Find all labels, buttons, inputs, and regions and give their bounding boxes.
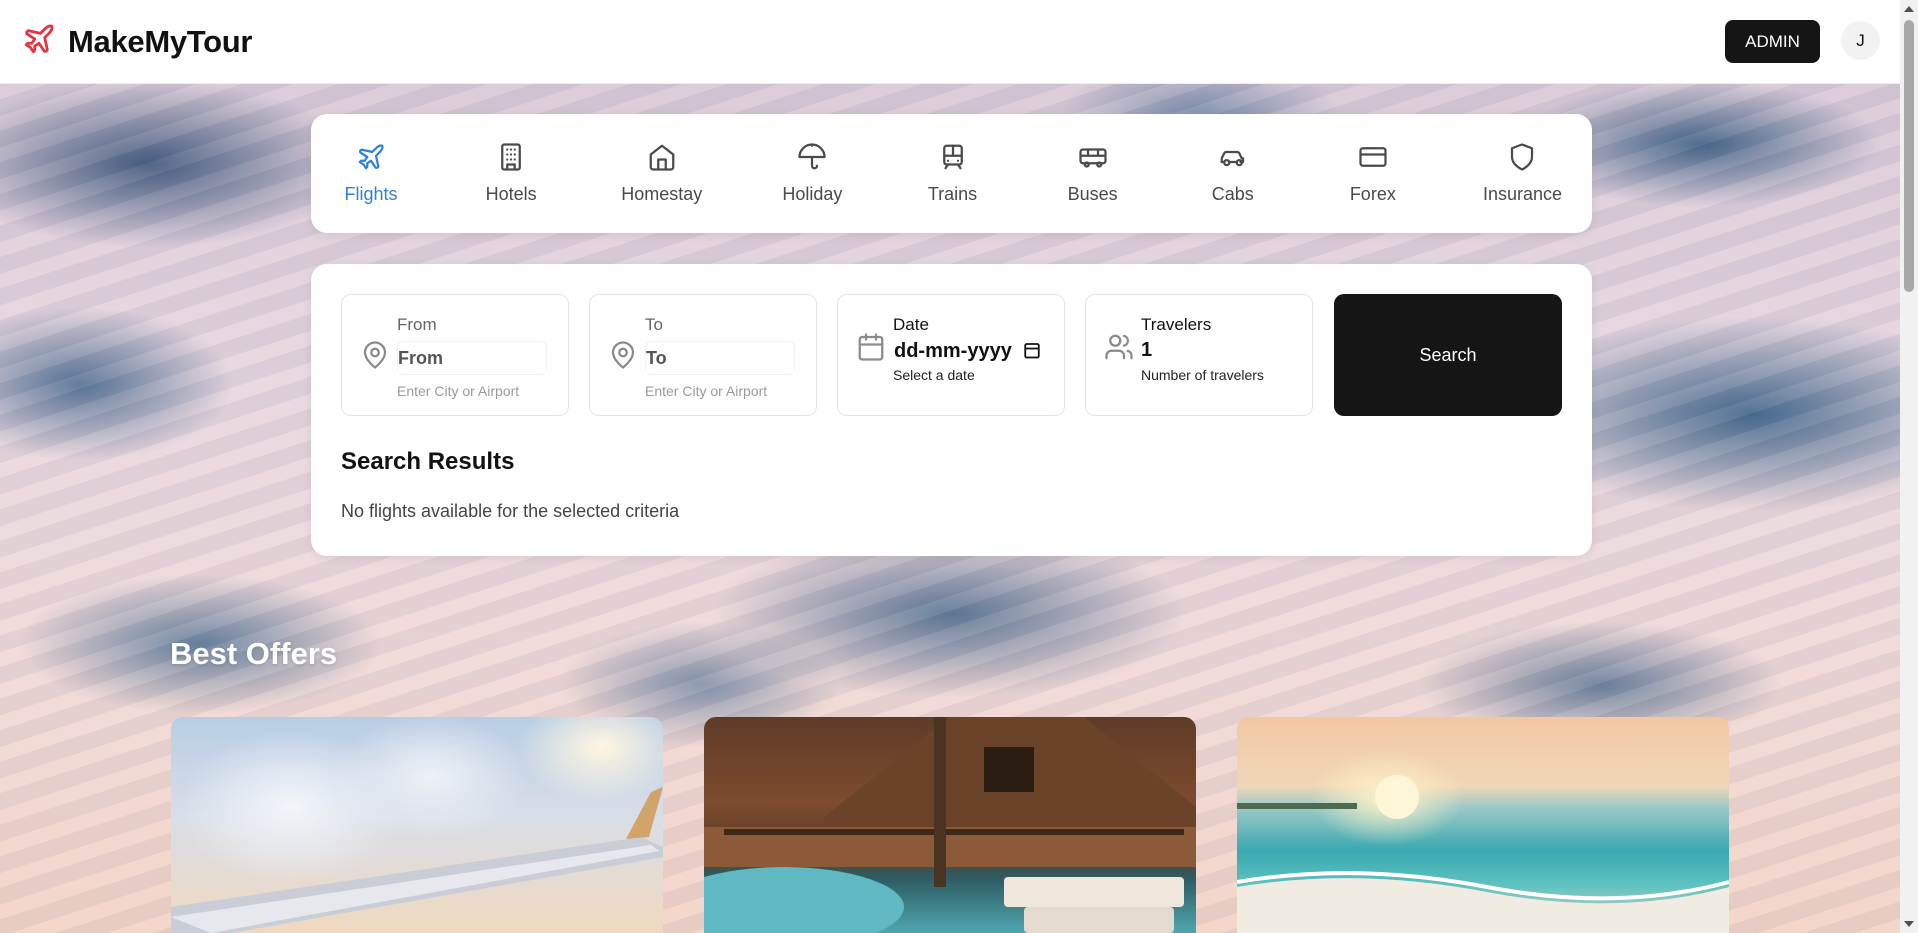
tab-homestay[interactable]: Homestay	[621, 142, 702, 205]
search-panel: From Enter City or Airport To Enter City…	[311, 264, 1592, 556]
bus-icon	[1078, 142, 1108, 177]
train-icon	[938, 142, 968, 177]
offer-card-resort[interactable]	[704, 717, 1196, 933]
resort-pool-image	[704, 717, 1196, 933]
map-pin-icon	[608, 340, 638, 370]
tab-label: Forex	[1349, 184, 1396, 204]
plane-logo-icon	[22, 22, 56, 61]
airplane-wing-image	[171, 787, 663, 933]
tab-hotels[interactable]: Hotels	[481, 142, 541, 205]
tab-trains[interactable]: Trains	[923, 142, 983, 205]
tab-label: Cabs	[1211, 184, 1254, 204]
offer-card-flight[interactable]	[171, 717, 663, 933]
tab-flights[interactable]: Flights	[341, 142, 401, 205]
to-hint: Enter City or Airport	[645, 383, 768, 399]
tab-label: Hotels	[485, 184, 537, 204]
top-navbar: MakeMyTour ADMIN J	[0, 0, 1900, 84]
tab-label: Flights	[344, 184, 398, 204]
travelers-label: Travelers	[1141, 315, 1212, 334]
scroll-up-arrow-icon[interactable]	[1904, 6, 1914, 12]
category-tabs: Flights Hotels Homestay Holiday Trains B…	[311, 114, 1592, 233]
beach-sunset-image	[1237, 775, 1729, 933]
tab-label: Trains	[927, 184, 978, 204]
umbrella-icon	[797, 142, 827, 177]
scroll-down-arrow-icon[interactable]	[1904, 921, 1914, 927]
travelers-input[interactable]: 1	[1141, 339, 1152, 362]
calendar-icon	[856, 332, 886, 362]
scrollbar-thumb[interactable]	[1904, 20, 1914, 292]
shield-icon	[1507, 142, 1537, 177]
tab-buses[interactable]: Buses	[1063, 142, 1123, 205]
date-field[interactable]: Date dd-mm-yyyy Select a date	[837, 294, 1065, 416]
tab-insurance[interactable]: Insurance	[1483, 142, 1562, 205]
date-hint: Select a date	[893, 367, 975, 383]
best-offers-title: Best Offers	[170, 636, 338, 671]
search-button[interactable]: Search	[1334, 294, 1562, 416]
travelers-field[interactable]: Travelers 1 Number of travelers	[1085, 294, 1313, 416]
home-icon	[647, 142, 677, 177]
to-field[interactable]: To Enter City or Airport	[589, 294, 817, 416]
vertical-scrollbar[interactable]	[1900, 0, 1918, 933]
user-avatar[interactable]: J	[1841, 21, 1880, 60]
credit-card-icon	[1358, 142, 1388, 177]
from-input[interactable]	[397, 341, 547, 375]
to-input[interactable]	[645, 341, 795, 375]
date-value: dd-mm-yyyy	[894, 340, 1012, 362]
brand-name: MakeMyTour	[68, 23, 253, 59]
search-results-title: Search Results	[341, 448, 515, 475]
to-label: To	[645, 315, 663, 334]
offer-card-beach[interactable]	[1237, 717, 1729, 933]
users-icon	[1104, 332, 1134, 362]
no-results-message: No flights available for the selected cr…	[341, 501, 680, 521]
car-icon	[1218, 142, 1248, 177]
brand-logo[interactable]: MakeMyTour	[22, 22, 252, 61]
tab-forex[interactable]: Forex	[1343, 142, 1403, 205]
calendar-picker-icon[interactable]	[1023, 341, 1041, 365]
map-pin-icon	[360, 340, 390, 370]
tab-cabs[interactable]: Cabs	[1203, 142, 1263, 205]
from-label: From	[397, 315, 437, 334]
travelers-hint: Number of travelers	[1141, 367, 1264, 383]
from-field[interactable]: From Enter City or Airport	[341, 294, 569, 416]
tab-label: Buses	[1067, 184, 1118, 204]
tab-label: Insurance	[1482, 184, 1562, 204]
date-label: Date	[893, 315, 929, 334]
date-input[interactable]: dd-mm-yyyy	[894, 340, 1041, 365]
tab-label: Homestay	[621, 184, 703, 204]
building-icon	[496, 142, 526, 177]
plane-icon	[356, 142, 386, 177]
from-hint: Enter City or Airport	[397, 383, 520, 399]
tab-holiday[interactable]: Holiday	[782, 142, 842, 205]
tab-label: Holiday	[782, 184, 843, 204]
admin-button[interactable]: ADMIN	[1725, 20, 1820, 63]
